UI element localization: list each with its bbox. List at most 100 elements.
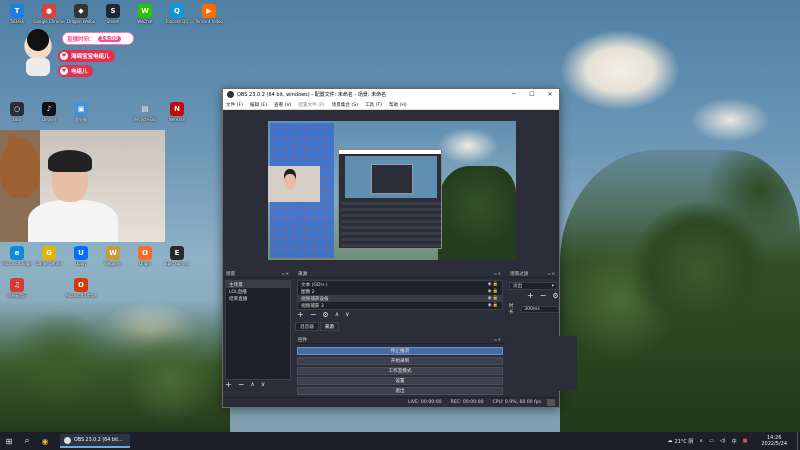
app-icon: W (138, 4, 152, 18)
clock[interactable]: 14:26 2022/5/24 (755, 435, 787, 447)
app-icon: e (10, 246, 24, 260)
chrome-taskbar-icon[interactable]: ◉ (36, 432, 54, 450)
move-up-icon[interactable]: ∧ (335, 311, 339, 319)
desktop-icon[interactable]: Q Tencent QQ (162, 2, 192, 32)
minimize-icon[interactable]: ─ (505, 89, 523, 100)
scene-item[interactable]: 结束直播 (226, 295, 290, 302)
maximize-icon[interactable]: ☐ (523, 89, 541, 100)
tab-sources[interactable]: 来源 (319, 322, 339, 331)
menu-item[interactable]: 查看 (V) (274, 102, 291, 108)
desktop-icon-label: Microsoft Edge (2, 261, 32, 266)
preview-canvas[interactable] (268, 121, 516, 260)
menu-item[interactable]: 帮助 (H) (389, 102, 407, 108)
scenes-dock: 场景 ▫✕ 主场景 LOL直播 结束直播 + − ∧ ∨ (223, 270, 293, 391)
visibility-lock-icon[interactable]: ◉🔒 (488, 282, 499, 287)
scene-list: 主场景 LOL直播 结束直播 (225, 280, 291, 380)
control-button[interactable]: 设置 (297, 377, 503, 385)
menu-item[interactable]: 文件 (F) (226, 102, 243, 108)
desktop-icon[interactable]: ○ OBS (2, 100, 32, 130)
desktop-icon[interactable]: W Wegame (98, 244, 128, 274)
cpu-status: CPU: 0.9%, 60.00 fps (492, 400, 541, 405)
desktop-icon[interactable]: ♪ Douyin (34, 100, 64, 130)
control-button[interactable]: 开始录制 (297, 357, 503, 365)
add-icon[interactable]: + (297, 311, 304, 319)
control-button[interactable]: 工作室模式 (297, 367, 503, 375)
scene-item[interactable]: 主场景 (226, 281, 290, 288)
desktop-icon[interactable]: ▣ 此电脑 (66, 100, 96, 130)
tab-mixer[interactable]: 混音器 (295, 322, 319, 331)
obs-preview[interactable] (223, 110, 559, 260)
obs-titlebar[interactable]: OBS 23.0.2 (64 bit, windows) - 配置文件: 未命名… (223, 89, 559, 100)
desktop-icon[interactable]: W WeChat (130, 2, 160, 32)
menu-item[interactable]: 配置文件 (P) (298, 102, 324, 108)
sources-toolbar: + − ⚙ ∧ ∨ (297, 311, 356, 320)
move-up-icon[interactable]: ∧ (250, 381, 254, 389)
dock-controls-icon[interactable]: ▫✕ (282, 271, 290, 276)
duration-label: 时长 (509, 304, 514, 315)
remove-icon[interactable]: − (310, 311, 317, 319)
windows-start-icon[interactable]: ⊞ (0, 432, 18, 450)
obs-window[interactable]: OBS 23.0.2 (64 bit, windows) - 配置文件: 未命名… (222, 88, 577, 408)
gear-icon[interactable]: ⚙ (322, 311, 328, 319)
duration-input[interactable]: 300ms (521, 305, 559, 313)
move-down-icon[interactable]: ∨ (261, 381, 265, 389)
source-item[interactable]: 视频捕获 3 ◉🔒 (298, 302, 502, 309)
remove-icon[interactable]: − (238, 381, 245, 389)
desktop-icon-label: Tencent QQ (165, 19, 189, 24)
volume-icon[interactable]: ◁) (720, 438, 726, 444)
visibility-lock-icon[interactable]: ◉🔒 (488, 296, 499, 301)
desktop-icon[interactable]: ▤ Recycle Bin (130, 100, 160, 130)
obs-menubar: 文件 (F) 编辑 (E) 查看 (V) 配置文件 (P) 场景集合 (S) 工具 (T)… (223, 100, 559, 110)
dock-controls-icon[interactable]: ▫✕ (494, 271, 502, 276)
rec-status: REC: 00:00:00 (450, 400, 484, 405)
move-down-icon[interactable]: ∨ (345, 311, 349, 319)
dock-controls-icon[interactable]: ▫✕ (548, 271, 556, 276)
weather-text[interactable]: 21°C 阴 (674, 438, 693, 445)
menu-item[interactable]: 编辑 (E) (250, 102, 267, 108)
transition-select[interactable]: 淡出 ▾ (509, 282, 557, 290)
gear-icon[interactable]: ⚙ (552, 292, 558, 300)
desktop-icon-label: Wegame (104, 261, 122, 266)
source-item[interactable]: 视频捕获设备 ◉🔒 (298, 295, 502, 302)
desktop-icon[interactable]: N Netease (162, 100, 192, 130)
app-icon: ▣ (74, 102, 88, 116)
source-item[interactable]: 图像 2 ◉🔒 (298, 288, 502, 295)
app-icon: ♫ (10, 278, 24, 292)
obs-title: OBS 23.0.2 (64 bit, windows) - 配置文件: 未命名… (237, 92, 387, 98)
app-icon: O (74, 278, 88, 292)
desktop: TToDesk●Google Chrome◆Dragon WeiboSSteam… (0, 0, 800, 432)
add-icon[interactable]: + (527, 292, 534, 300)
search-icon[interactable]: ⌕ (18, 432, 36, 450)
visibility-lock-icon[interactable]: ◉🔒 (488, 303, 499, 308)
dock-controls-icon[interactable]: ▫✕ (494, 337, 502, 342)
source-item[interactable]: 文本 (GDI+) ◉🔒 (298, 281, 502, 288)
desktop-icon[interactable]: G Game Center (34, 244, 64, 274)
network-icon[interactable]: ▭ (709, 438, 714, 444)
visibility-lock-icon[interactable]: ◉🔒 (488, 289, 499, 294)
close-icon[interactable]: ✕ (541, 89, 559, 100)
add-icon[interactable]: + (225, 381, 232, 389)
ime-indicator[interactable]: 中 (732, 438, 737, 445)
control-button[interactable]: 退出 (297, 387, 503, 395)
menu-item[interactable]: 工具 (T) (365, 102, 382, 108)
app-icon: Q (170, 4, 184, 18)
remove-icon[interactable]: − (540, 292, 547, 300)
cloud-icon: ☁ (667, 438, 673, 444)
obs-docks: 场景 ▫✕ 主场景 LOL直播 结束直播 + − ∧ ∨ 来源 ▫✕ 文本 (GDI… (223, 270, 577, 395)
desktop-icon[interactable]: e Microsoft Edge (2, 244, 32, 274)
taskbar-obs-task[interactable]: OBS 23.0.2 (64 bit... (60, 434, 130, 448)
chevron-up-icon[interactable]: ∧ (699, 438, 703, 444)
desktop-icon[interactable]: O Origin (130, 244, 160, 274)
desktop-icon[interactable]: ♫ 网易云音乐 (2, 276, 32, 306)
control-button[interactable]: 停止推流 (297, 347, 503, 355)
obs-logo-icon (227, 91, 234, 98)
scene-item[interactable]: LOL直播 (226, 288, 290, 295)
overlay-tag-1: ♥ 海绵宝宝电组儿 (58, 50, 115, 62)
desktop-icon[interactable]: E Epic Games (162, 244, 192, 274)
desktop-icon[interactable]: O Microsoft Office (65, 276, 97, 306)
desktop-icon[interactable]: U Uplay (66, 244, 96, 274)
menu-item[interactable]: 场景集合 (S) (332, 102, 358, 108)
app-icon: ▤ (138, 102, 152, 116)
desktop-icon[interactable]: ▶ Tencent Video (194, 2, 224, 32)
app-tray-icon[interactable]: ■ (743, 438, 748, 444)
